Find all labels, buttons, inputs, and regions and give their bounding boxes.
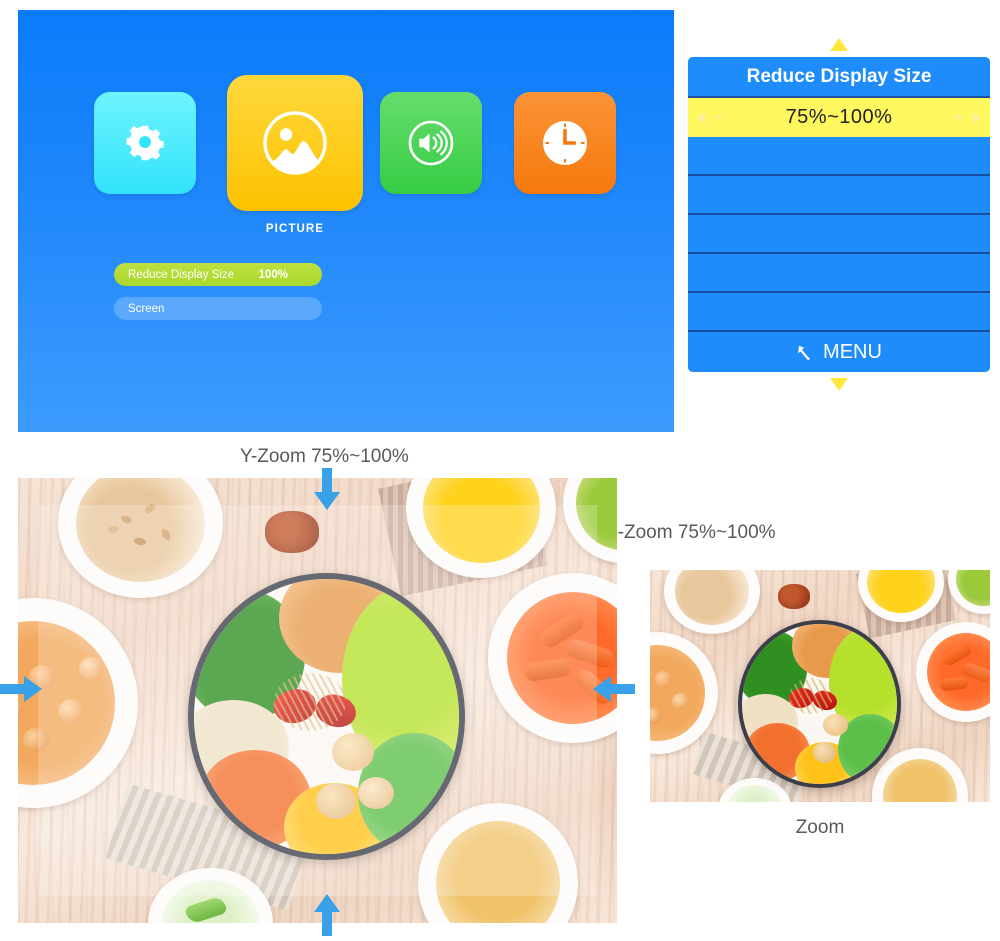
- arrow-right-icon-left: [0, 674, 42, 709]
- triangle-down-icon: [830, 378, 848, 391]
- photo-original-with-zoom-guides: [0, 468, 635, 936]
- option-row-screen[interactable]: Screen: [114, 297, 322, 320]
- osd-menu-button[interactable]: MENU: [688, 332, 990, 372]
- chevron-left-icon[interactable]: [697, 111, 705, 124]
- chevron-right-icon[interactable]: [973, 111, 981, 124]
- increase-controls[interactable]: +: [955, 109, 981, 126]
- tv-main-menu-bar: [18, 10, 674, 211]
- minus-icon[interactable]: −: [714, 109, 723, 126]
- arrow-down-icon-top: [312, 468, 342, 515]
- menu-item-time[interactable]: [514, 92, 616, 194]
- osd-blank-row[interactable]: [688, 293, 990, 332]
- osd-blank-row[interactable]: [688, 137, 990, 176]
- osd-value-row[interactable]: − 75%~100% +: [688, 98, 990, 137]
- arrow-left-icon-right: [593, 674, 635, 709]
- osd-blank-row[interactable]: [688, 176, 990, 215]
- photo-zoomed-result: [650, 570, 990, 802]
- selected-menu-label: PICTURE: [265, 223, 325, 235]
- tv-screen-preview: PICTURE Reduce Display Size 100% Screen: [18, 10, 674, 432]
- arrow-up-icon-bottom: [312, 894, 342, 941]
- option-row-reduce-display-size[interactable]: Reduce Display Size 100%: [114, 263, 322, 286]
- clock-icon: [537, 115, 593, 171]
- osd-blank-row[interactable]: [688, 254, 990, 293]
- option-label: Reduce Display Size: [128, 268, 235, 281]
- menu-item-sound[interactable]: [380, 92, 482, 194]
- label-zoom: Zoom: [795, 817, 845, 838]
- decrease-controls[interactable]: −: [697, 109, 723, 126]
- osd-blank-row[interactable]: [688, 215, 990, 254]
- image-icon: [258, 106, 332, 180]
- label-x-zoom: X-Zoom 75%~100%: [605, 522, 776, 543]
- speaker-icon: [404, 116, 458, 170]
- triangle-up-icon: [830, 38, 848, 51]
- menu-item-picture[interactable]: [227, 75, 363, 211]
- label-y-zoom: Y-Zoom 75%~100%: [240, 446, 409, 467]
- food-photo-large: [18, 478, 617, 923]
- exit-arrow-icon: [796, 343, 815, 362]
- menu-item-settings[interactable]: [94, 92, 196, 194]
- osd-box: Reduce Display Size − 75%~100% + MENU: [688, 57, 990, 372]
- osd-current-value: 75%~100%: [785, 106, 893, 128]
- gear-icon: [122, 120, 168, 166]
- osd-title: Reduce Display Size: [688, 57, 990, 98]
- plus-icon[interactable]: +: [955, 109, 964, 126]
- option-value: 100%: [258, 268, 288, 281]
- food-photo-small: [650, 570, 990, 802]
- option-label: Screen: [128, 302, 165, 315]
- osd-menu-label: MENU: [823, 340, 882, 363]
- osd-panel: Reduce Display Size − 75%~100% + MENU: [688, 38, 990, 391]
